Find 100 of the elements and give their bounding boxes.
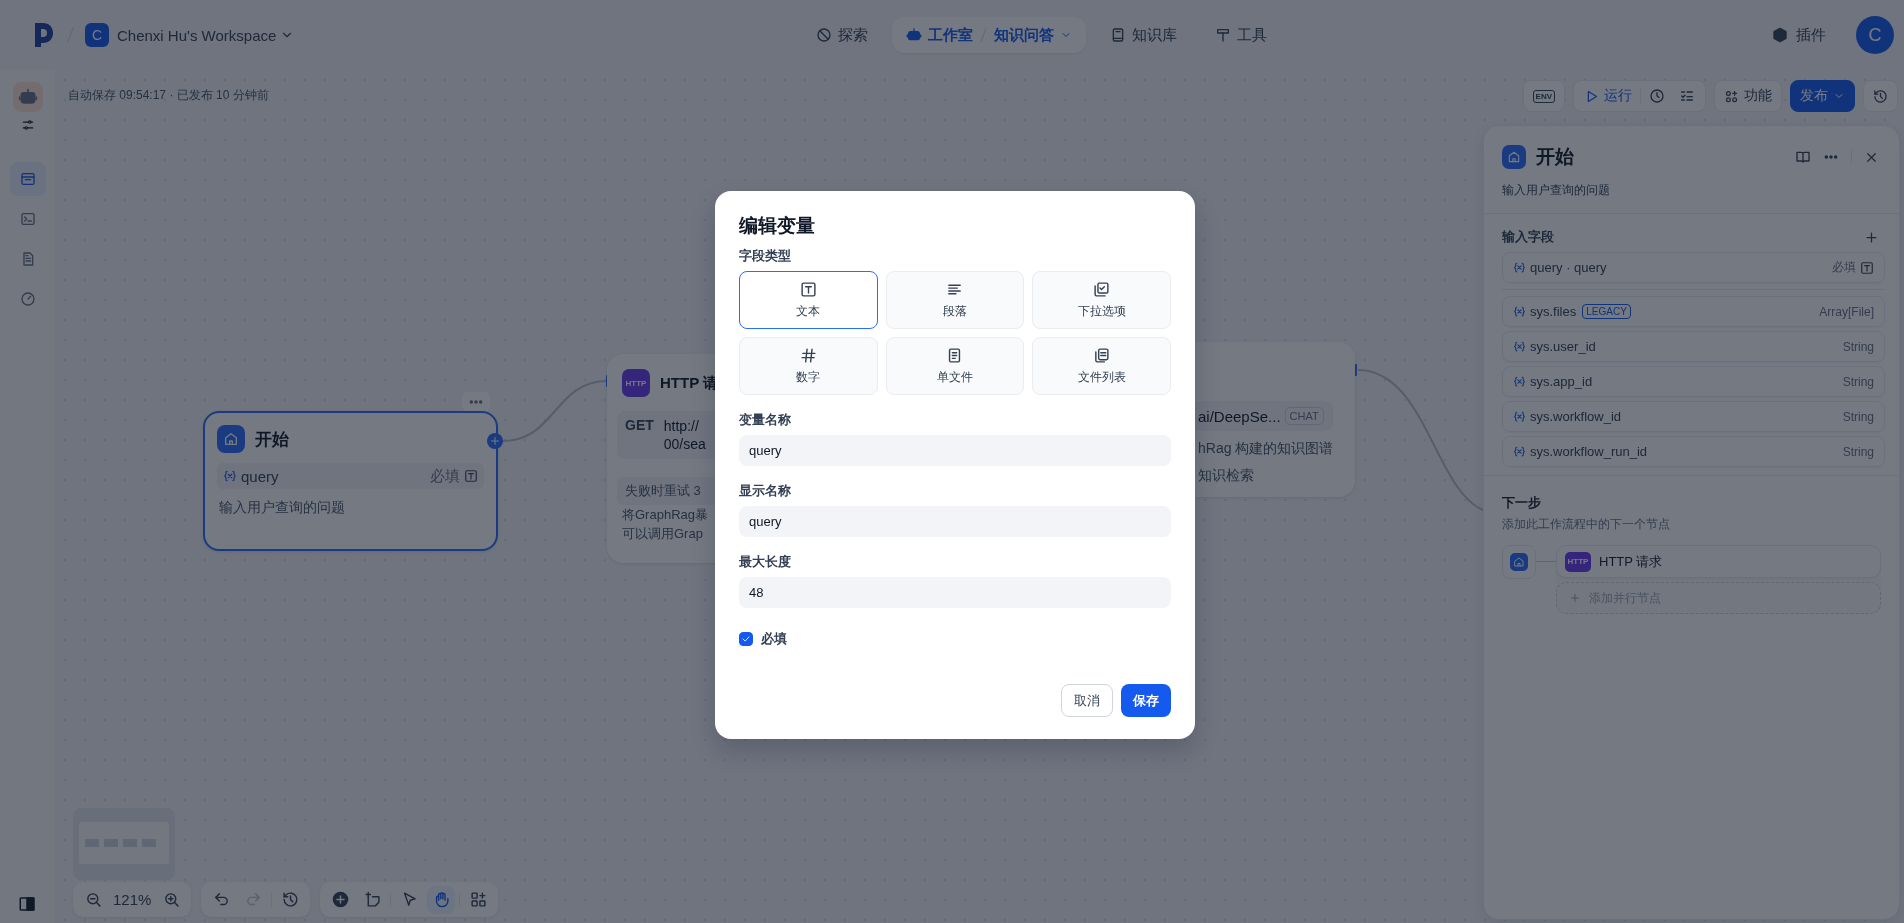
- variable-icon: [223, 469, 237, 483]
- run-button[interactable]: 运行: [1578, 82, 1638, 110]
- redo-icon: [244, 891, 262, 908]
- nav-tab[interactable]: 知识库: [1096, 17, 1191, 53]
- model-name: ai/DeepSe...: [1198, 407, 1281, 425]
- variable-name: sys.user_id: [1530, 339, 1596, 354]
- variable-name: sys.files: [1530, 304, 1577, 319]
- save-button[interactable]: 保存: [1121, 684, 1171, 717]
- book-icon: [1110, 27, 1126, 43]
- field-type-option[interactable]: 数字: [739, 337, 878, 395]
- history-button[interactable]: [1863, 80, 1898, 112]
- variable-icon: [1513, 305, 1526, 318]
- terminal-icon: [19, 211, 36, 227]
- publish-button[interactable]: 发布: [1790, 80, 1855, 112]
- sidebar-item[interactable]: [9, 162, 46, 196]
- zoom-level: 121%: [112, 891, 153, 908]
- check-icon: [741, 634, 751, 644]
- add-handle[interactable]: [487, 433, 503, 449]
- checklist-icon: [1679, 88, 1695, 104]
- clock-icon: [1649, 88, 1665, 104]
- checkbox-label: 必填: [761, 630, 787, 648]
- history-icon: [1873, 88, 1888, 104]
- cube-icon: [1772, 27, 1788, 43]
- input-field[interactable]: query: [739, 506, 1171, 537]
- text-icon: [464, 469, 478, 483]
- nav-tab[interactable]: 探索: [802, 17, 882, 53]
- http-badge: HTTP: [622, 369, 650, 397]
- workspace-switcher[interactable]: C Chenxi Hu's Workspace: [85, 23, 295, 47]
- field-type-option[interactable]: 单文件: [885, 337, 1025, 395]
- input-field-row[interactable]: query · query 必填: [1502, 252, 1885, 283]
- plugins-link[interactable]: 插件: [1766, 24, 1832, 46]
- text-icon: [1860, 260, 1874, 275]
- history-icon: [281, 891, 299, 908]
- node-description: 知识检索: [1197, 466, 1255, 485]
- required-label: 必填: [1832, 259, 1856, 276]
- more-button[interactable]: [462, 392, 490, 412]
- url-text: http://: [663, 417, 700, 435]
- plus-icon: [489, 435, 501, 447]
- node-title: 开始: [255, 428, 289, 451]
- zoom-out-icon: [84, 891, 102, 908]
- add-circle-icon: [331, 891, 349, 908]
- variable-type: Array[File]: [1819, 304, 1874, 319]
- logo-icon[interactable]: [32, 21, 56, 49]
- field-name: query · query: [1530, 260, 1607, 275]
- nav-tab[interactable]: 工具: [1201, 17, 1281, 53]
- variable-type: String: [1842, 409, 1874, 424]
- input-field[interactable]: query: [739, 435, 1171, 466]
- text-icon: [799, 280, 817, 298]
- plus-icon: [1569, 592, 1581, 604]
- hammer-icon: [1215, 27, 1231, 43]
- url-text: 00/sea: [663, 435, 706, 453]
- panel-title: 开始: [1536, 145, 1574, 169]
- hash-icon: [799, 346, 817, 364]
- field-type-option[interactable]: 文件列表: [1032, 337, 1171, 395]
- checkbox-stack-icon: [1093, 280, 1111, 298]
- field-type-option[interactable]: 段落: [885, 271, 1025, 329]
- note-icon: [363, 891, 381, 908]
- robot-icon[interactable]: [12, 82, 43, 112]
- variable-icon: [1513, 410, 1526, 423]
- start-node[interactable]: 开始 query 必填 输入用户查询的问题: [203, 411, 498, 551]
- book-icon: [1795, 149, 1811, 165]
- plus-icon: [1864, 229, 1879, 245]
- variable-type: String: [1842, 374, 1874, 389]
- field-label: 显示名称: [739, 482, 792, 500]
- variable-name: sys.app_id: [1530, 374, 1593, 389]
- sliders-icon[interactable]: [20, 118, 35, 132]
- input-field[interactable]: 48: [739, 577, 1171, 608]
- env-button[interactable]: ENV: [1522, 80, 1565, 112]
- variable-icon: [1513, 340, 1526, 353]
- llm-node[interactable]: ai/DeepSe... CHAT hRag 构建的知识图谱 知识检索: [1195, 342, 1355, 497]
- hand-tool[interactable]: [427, 885, 456, 914]
- variable-icon: [1513, 261, 1526, 274]
- dialog-title: 编辑变量: [739, 214, 816, 238]
- documents-icon: [1093, 346, 1111, 364]
- apps-icon: [1724, 88, 1739, 104]
- variable-type: String: [1842, 444, 1874, 459]
- nav-tab[interactable]: 工作室 知识问答: [892, 17, 1086, 53]
- node-description: 可以调用Grap: [621, 525, 704, 543]
- gauge-icon: [19, 291, 36, 307]
- sidebar-toggle-icon[interactable]: [18, 895, 36, 913]
- variable-icon: [1513, 375, 1526, 388]
- home-icon: [217, 425, 245, 453]
- variable-icon: [1513, 445, 1526, 458]
- node-description: 将GraphRag暴: [621, 506, 709, 524]
- features-button[interactable]: 功能: [1714, 80, 1782, 112]
- cancel-button[interactable]: 取消: [1061, 684, 1113, 717]
- node-description: 输入用户查询的问题: [218, 498, 346, 517]
- field-type-option[interactable]: 文本: [739, 271, 878, 329]
- user-avatar[interactable]: C: [1856, 16, 1894, 54]
- zoom-in-icon: [162, 891, 180, 908]
- section-title: 输入字段: [1502, 228, 1554, 246]
- field-type-option[interactable]: 下拉选项: [1032, 271, 1171, 329]
- add-button[interactable]: [1864, 229, 1879, 245]
- help-button[interactable]: [1795, 149, 1811, 165]
- required-checkbox[interactable]: [739, 632, 753, 646]
- variable-name: sys.workflow_id: [1530, 409, 1622, 424]
- next-node[interactable]: HTTP HTTP 请求: [1556, 545, 1881, 578]
- window-icon: [19, 171, 36, 187]
- section-title: 下一步: [1502, 494, 1542, 512]
- grid-plus-icon: [469, 891, 487, 908]
